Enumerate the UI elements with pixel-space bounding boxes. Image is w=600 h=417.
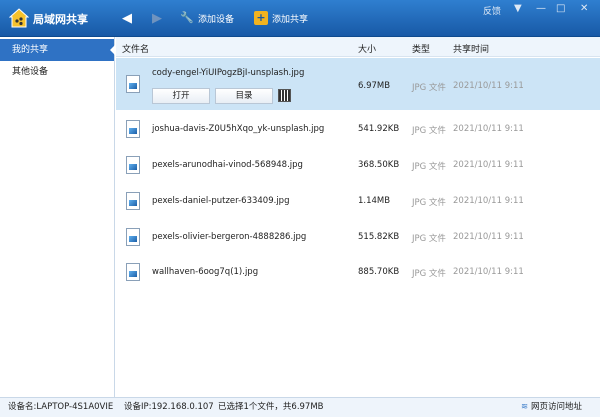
open-button[interactable]: 打开 [152,88,210,104]
back-button[interactable]: ◀ [122,11,132,26]
file-size: 885.70KB [358,267,400,277]
table-row[interactable]: cody-engel-YiUIPogzBjI-unsplash.jpg 6.97… [116,58,600,110]
add-file-icon: + [254,11,268,25]
header-time[interactable]: 共享时间 [453,42,489,55]
app-title: 局域网共享 [33,13,88,26]
app-logo-icon [9,8,29,28]
file-type: JPG 文件 [412,234,446,244]
file-name: pexels-daniel-putzer-633409.jpg [152,196,290,206]
file-size: 368.50KB [358,160,400,170]
table-row[interactable]: joshua-davis-Z0U5hXqo_yk-unsplash.jpg 541… [116,111,600,147]
header-name[interactable]: 文件名 [122,42,149,55]
image-file-icon [126,156,140,174]
share-time: 2021/10/11 9:11 [453,196,524,206]
header-size[interactable]: 大小 [358,42,376,55]
image-file-icon [126,228,140,246]
file-size: 1.14MB [358,196,391,206]
table-row[interactable]: pexels-olivier-bergeron-4888286.jpg 515.8… [116,219,600,255]
add-device-button[interactable]: 🔧 添加设备 [180,11,234,25]
device-ip: 设备IP:192.168.0.107 [124,402,214,412]
header-type[interactable]: 类型 [412,42,430,55]
file-name: wallhaven-6oog7q(1).jpg [152,267,259,277]
table-row[interactable]: wallhaven-6oog7q(1).jpg 885.70KB JPG 文件 202… [116,254,600,290]
menu-icon[interactable]: ▼ [514,3,522,14]
add-share-button[interactable]: + 添加共享 [254,11,308,25]
sidebar: 我的共享 其他设备 [0,37,115,397]
file-name: pexels-arunodhai-vinod-568948.jpg [152,160,303,170]
sidebar-item-other-devices[interactable]: 其他设备 [0,61,114,83]
selection-info: 已选择1个文件，共6.97MB [218,402,324,412]
qr-code-icon[interactable] [278,89,291,102]
wifi-icon: ≋ [521,402,529,412]
minimize-icon[interactable]: — [536,3,546,14]
share-time: 2021/10/11 9:11 [453,124,524,134]
device-name: 设备名:LAPTOP-4S1A0VIE [8,402,114,412]
file-size: 541.92KB [358,124,400,134]
file-name: pexels-olivier-bergeron-4888286.jpg [152,232,307,242]
image-file-icon [126,75,140,93]
file-type: JPG 文件 [412,126,446,136]
close-icon[interactable]: ✕ [580,3,588,14]
image-file-icon [126,263,140,281]
file-size: 6.97MB [358,81,391,91]
file-list: 文件名 大小 类型 共享时间 cody-engel-YiUIPogzBjI-un… [116,37,600,397]
folder-button[interactable]: 目录 [215,88,273,104]
table-row[interactable]: pexels-daniel-putzer-633409.jpg 1.14MB JPG… [116,183,600,219]
file-type: JPG 文件 [412,83,446,93]
file-type: JPG 文件 [412,162,446,172]
sidebar-item-my-shares[interactable]: 我的共享 [0,39,115,61]
web-access-link[interactable]: 网页访问地址 [531,398,582,417]
share-time: 2021/10/11 9:11 [453,81,524,91]
file-name: joshua-davis-Z0U5hXqo_yk-unsplash.jpg [152,124,325,134]
file-size: 515.82KB [358,232,400,242]
image-file-icon [126,120,140,138]
file-type: JPG 文件 [412,198,446,208]
title-bar: 局域网共享 ◀ ▶ 🔧 添加设备 + 添加共享 反馈 ▼ — □ ✕ [0,0,600,37]
maximize-icon[interactable]: □ [556,3,565,14]
share-time: 2021/10/11 9:11 [453,232,524,242]
file-type: JPG 文件 [412,269,446,279]
forward-button[interactable]: ▶ [152,11,162,26]
table-row[interactable]: pexels-arunodhai-vinod-568948.jpg 368.50K… [116,147,600,183]
feedback-link[interactable]: 反馈 [483,4,501,17]
image-file-icon [126,192,140,210]
file-name: cody-engel-YiUIPogzBjI-unsplash.jpg [152,68,305,78]
share-time: 2021/10/11 9:11 [453,160,524,170]
status-bar: 设备名:LAPTOP-4S1A0VIE 设备IP:192.168.0.107 已… [0,397,600,417]
table-header: 文件名 大小 类型 共享时间 [116,37,600,57]
wrench-icon: 🔧 [180,11,194,24]
share-time: 2021/10/11 9:11 [453,267,524,277]
